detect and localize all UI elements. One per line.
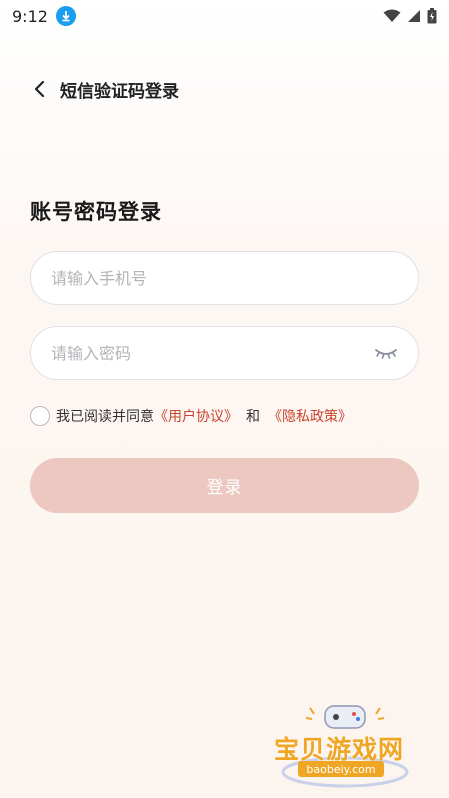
watermark-url: baobeiy.com bbox=[298, 761, 384, 777]
phone-input[interactable] bbox=[51, 268, 398, 288]
agreement-prefix: 我已阅读并同意 bbox=[56, 409, 154, 425]
top-nav: 短信验证码登录 bbox=[30, 74, 179, 104]
download-icon bbox=[55, 6, 76, 26]
battery-icon bbox=[427, 8, 437, 24]
status-icons bbox=[383, 8, 437, 24]
status-time: 9:12 bbox=[12, 6, 48, 26]
phone-field bbox=[30, 251, 419, 305]
user-agreement-link[interactable]: 《用户协议》 bbox=[154, 406, 238, 426]
back-icon[interactable] bbox=[30, 79, 50, 99]
signal-icon bbox=[408, 10, 420, 22]
watermark-logo: 宝贝游戏网 baobeiy.com bbox=[270, 700, 420, 790]
sms-login-link[interactable]: 短信验证码登录 bbox=[60, 77, 179, 102]
status-bar: 9:12 bbox=[0, 0, 449, 32]
login-button[interactable]: 登录 bbox=[30, 458, 419, 513]
agreement-and: 和 bbox=[246, 409, 260, 425]
page-title: 账号密码登录 bbox=[30, 200, 162, 224]
agreement-row: 我已阅读并同意 《用户协议》 和 《隐私政策》 bbox=[30, 406, 352, 426]
password-input[interactable] bbox=[51, 343, 374, 363]
password-field bbox=[30, 326, 419, 380]
privacy-policy-link[interactable]: 《隐私政策》 bbox=[268, 406, 352, 426]
agreement-checkbox[interactable] bbox=[30, 406, 50, 426]
wifi-icon bbox=[383, 9, 401, 22]
eye-closed-icon[interactable] bbox=[374, 345, 398, 361]
